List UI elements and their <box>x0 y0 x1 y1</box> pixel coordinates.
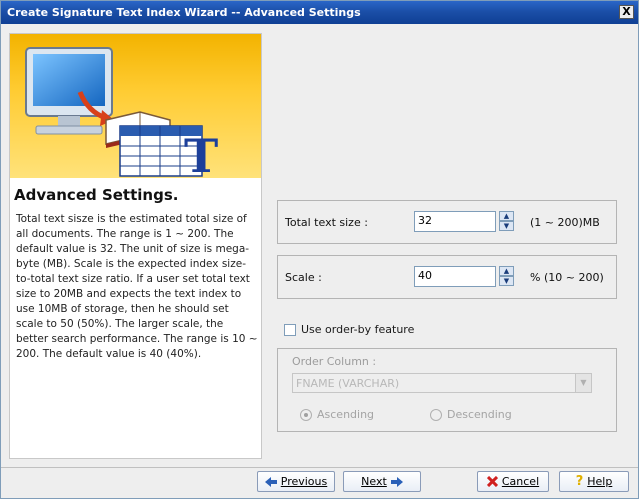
ascending-radio[interactable]: Ascending <box>300 408 374 421</box>
help-label: Help <box>587 475 613 488</box>
ascending-label: Ascending <box>317 408 375 421</box>
total-text-size-range: (1 ~ 200)MB <box>530 216 600 229</box>
svg-text:T: T <box>184 129 218 178</box>
order-column-value: FNAME (VARCHAR) <box>296 377 400 390</box>
next-button[interactable]: Next <box>343 471 421 492</box>
wizard-window: Create Signature Text Index Wizard -- Ad… <box>0 0 639 499</box>
total-text-size-label: Total text size : <box>285 216 368 229</box>
spin-down-icon[interactable]: ▼ <box>499 276 514 286</box>
order-column-label: Order Column : <box>292 355 377 368</box>
panel-description: Total text sisze is the estimated total … <box>16 213 258 360</box>
title-bar: Create Signature Text Index Wizard -- Ad… <box>1 1 638 24</box>
wizard-banner-image: T <box>10 34 261 178</box>
spin-down-icon[interactable]: ▼ <box>499 221 514 231</box>
scale-group: Scale : 40 ▲ ▼ % (10 ~ 200) <box>277 255 617 299</box>
use-order-by-label: Use order-by feature <box>301 323 415 336</box>
scale-input[interactable]: 40 <box>414 266 496 287</box>
panel-heading: Advanced Settings. <box>14 186 179 204</box>
radio-selected-icon[interactable] <box>300 408 312 421</box>
previous-label: Previous <box>280 475 328 488</box>
total-text-size-group: Total text size : 32 ▲ ▼ (1 ~ 200)MB <box>277 200 617 244</box>
descending-label: Descending <box>447 408 512 421</box>
total-text-size-spinner[interactable]: ▲ ▼ <box>499 211 514 232</box>
use-order-by-checkbox[interactable]: Use order-by feature <box>284 323 414 336</box>
spin-up-icon[interactable]: ▲ <box>499 211 514 221</box>
arrow-left-icon <box>264 476 277 487</box>
total-text-size-input[interactable]: 32 <box>414 211 496 232</box>
cancel-x-icon <box>486 476 498 487</box>
info-panel: T Advanced Settings. Total text sisze is… <box>9 33 262 459</box>
settings-panel: Total text size : 32 ▲ ▼ (1 ~ 200)MB Sca… <box>262 33 632 459</box>
arrow-right-icon <box>390 476 403 487</box>
checkbox-box[interactable] <box>284 323 296 336</box>
cancel-label: Cancel <box>501 475 540 488</box>
next-label: Next <box>361 475 387 488</box>
descending-radio[interactable]: Descending <box>430 408 512 421</box>
scale-range: % (10 ~ 200) <box>530 271 604 284</box>
previous-button[interactable]: Previous <box>257 471 335 492</box>
order-column-group: Order Column : FNAME (VARCHAR) ▼ Ascendi… <box>277 348 617 432</box>
window-title: Create Signature Text Index Wizard -- Ad… <box>7 6 361 19</box>
scale-label: Scale : <box>285 271 322 284</box>
help-question-icon: ? <box>575 474 584 489</box>
chevron-down-icon[interactable]: ▼ <box>575 374 591 392</box>
close-button[interactable]: X <box>619 5 634 19</box>
order-column-select[interactable]: FNAME (VARCHAR) <box>292 373 592 393</box>
footer-divider <box>1 467 638 468</box>
cancel-button[interactable]: Cancel <box>477 471 549 492</box>
spin-up-icon[interactable]: ▲ <box>499 266 514 276</box>
radio-unselected-icon[interactable] <box>430 408 442 421</box>
help-button[interactable]: ? Help <box>559 471 629 492</box>
scale-spinner[interactable]: ▲ ▼ <box>499 266 514 287</box>
computer-table-icon: T <box>25 47 218 178</box>
